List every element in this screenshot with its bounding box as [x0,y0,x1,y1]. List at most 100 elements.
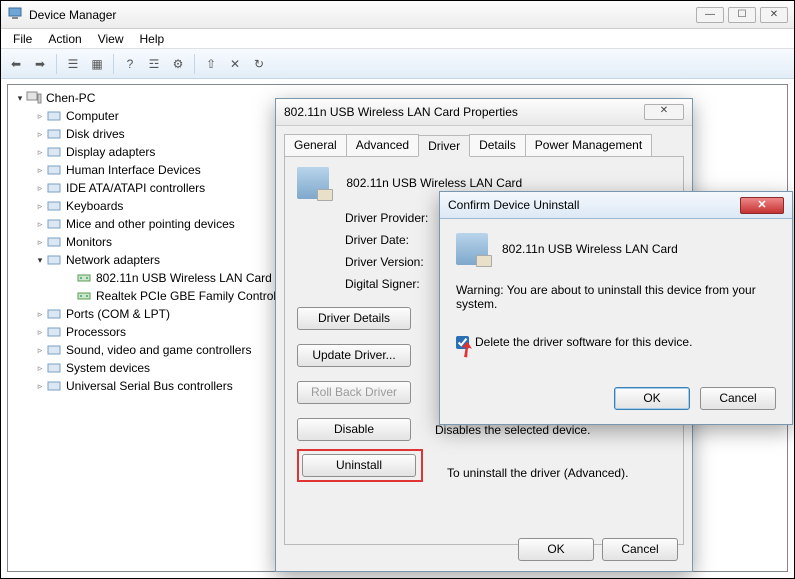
rollback-driver-button[interactable]: Roll Back Driver [297,381,411,404]
toolbar: ⬅ ➡ ☰ ▦ ? ☲ ⚙ ⇧ ✕ ↻ [1,49,794,79]
uninstall-icon[interactable]: ✕ [224,53,246,75]
tab-details[interactable]: Details [469,134,526,156]
tree-item-label: Processors [66,325,126,339]
tree-item-label: Ports (COM & LPT) [66,307,170,321]
expand-arrow-icon[interactable]: ▹ [34,129,46,140]
window-title: Device Manager [29,8,696,22]
menu-file[interactable]: File [5,30,40,48]
separator [194,54,195,74]
device-category-icon [46,252,62,268]
device-manager-icon [7,5,23,24]
tree-item-label: Computer [66,109,119,123]
menu-view[interactable]: View [90,30,132,48]
confirm-close-button[interactable]: ✕ [740,197,784,214]
confirm-ok-button[interactable]: OK [614,387,690,410]
device-category-icon [46,360,62,376]
tree-item-label: Monitors [66,235,112,249]
tree-item-label: Realtek PCIe GBE Family Controller [96,289,289,303]
main-titlebar: Device Manager — ☐ ✕ [1,1,794,29]
tree-item-label: IDE ATA/ATAPI controllers [66,181,205,195]
tab-general[interactable]: General [284,134,347,156]
refresh-icon[interactable]: ↻ [248,53,270,75]
tree-item-label: 802.11n USB Wireless LAN Card [96,271,272,285]
expand-arrow-icon[interactable]: ▾ [14,93,26,104]
back-icon[interactable]: ⬅ [5,53,27,75]
confirm-titlebar: Confirm Device Uninstall ✕ [440,192,792,219]
menu-help[interactable]: Help [132,30,173,48]
minimize-button[interactable]: — [696,7,724,23]
update-driver-button[interactable]: Update Driver... [297,344,411,367]
confirm-title: Confirm Device Uninstall [448,198,579,212]
properties-title: 802.11n USB Wireless LAN Card Properties [284,105,518,119]
tree-item-label: Disk drives [66,127,125,141]
driver-details-button[interactable]: Driver Details [297,307,411,330]
properties-titlebar: 802.11n USB Wireless LAN Card Properties… [276,99,692,126]
menubar: File Action View Help [1,29,794,49]
expand-arrow-icon[interactable]: ▹ [34,111,46,122]
device-category-icon [46,378,62,394]
device-category-icon [46,198,62,214]
device-name: 802.11n USB Wireless LAN Card [346,176,522,190]
forward-icon[interactable]: ➡ [29,53,51,75]
list-view-icon[interactable]: ▦ [86,53,108,75]
expand-arrow-icon[interactable]: ▹ [34,363,46,374]
expand-arrow-icon[interactable]: ▹ [34,183,46,194]
update-driver-icon[interactable]: ⇧ [200,53,222,75]
device-category-icon [46,234,62,250]
device-category-icon [46,108,62,124]
properties-close-button[interactable]: ✕ [644,104,684,120]
scan-hardware-icon[interactable]: ⚙ [167,53,189,75]
tab-power-management[interactable]: Power Management [525,134,652,156]
expand-arrow-icon[interactable]: ▹ [34,327,46,338]
confirm-device-name: 802.11n USB Wireless LAN Card [502,242,678,256]
expand-arrow-icon[interactable]: ▹ [34,345,46,356]
expand-arrow-icon[interactable]: ▹ [34,147,46,158]
disable-button[interactable]: Disable [297,418,411,441]
network-card-icon [456,233,488,265]
tree-item-label: System devices [66,361,150,375]
uninstall-description: To uninstall the driver (Advanced). [447,466,628,480]
tabstrip: General Advanced Driver Details Power Ma… [284,134,684,157]
properties-cancel-button[interactable]: Cancel [602,538,678,561]
uninstall-highlight: Uninstall [297,449,423,482]
device-category-icon [46,144,62,160]
device-category-icon [46,216,62,232]
expand-arrow-icon[interactable]: ▹ [34,309,46,320]
tab-driver[interactable]: Driver [418,135,470,157]
expand-arrow-icon[interactable]: ▹ [34,381,46,392]
uninstall-button[interactable]: Uninstall [302,454,416,477]
tree-item-label: Mice and other pointing devices [66,217,235,231]
expand-arrow-icon[interactable]: ▹ [34,219,46,230]
confirm-cancel-button[interactable]: Cancel [700,387,776,410]
detail-view-icon[interactable]: ☰ [62,53,84,75]
properties-icon[interactable]: ☲ [143,53,165,75]
device-category-icon [46,180,62,196]
delete-driver-label: Delete the driver software for this devi… [475,335,692,349]
expand-arrow-icon[interactable]: ▹ [34,165,46,176]
tree-item-label: Display adapters [66,145,155,159]
network-card-icon [297,167,329,199]
menu-action[interactable]: Action [40,30,89,48]
expand-arrow-icon[interactable]: ▾ [34,255,46,266]
device-category-icon [76,288,92,304]
tab-advanced[interactable]: Advanced [346,134,419,156]
tree-item-label: Keyboards [66,199,123,213]
close-button[interactable]: ✕ [760,7,788,23]
tree-item-label: Human Interface Devices [66,163,201,177]
separator [113,54,114,74]
device-category-icon [76,270,92,286]
tree-item-label: Sound, video and game controllers [66,343,251,357]
tree-item-label: Chen-PC [46,91,95,105]
confirm-dialog: Confirm Device Uninstall ✕ 802.11n USB W… [439,191,793,425]
properties-ok-button[interactable]: OK [518,538,594,561]
maximize-button[interactable]: ☐ [728,7,756,23]
device-category-icon [46,324,62,340]
help-icon[interactable]: ? [119,53,141,75]
expand-arrow-icon[interactable]: ▹ [34,201,46,212]
confirm-warning: Warning: You are about to uninstall this… [456,283,776,311]
device-category-icon [46,342,62,358]
tree-item-label: Network adapters [66,253,160,267]
device-category-icon [46,162,62,178]
expand-arrow-icon[interactable]: ▹ [34,237,46,248]
device-category-icon [46,306,62,322]
